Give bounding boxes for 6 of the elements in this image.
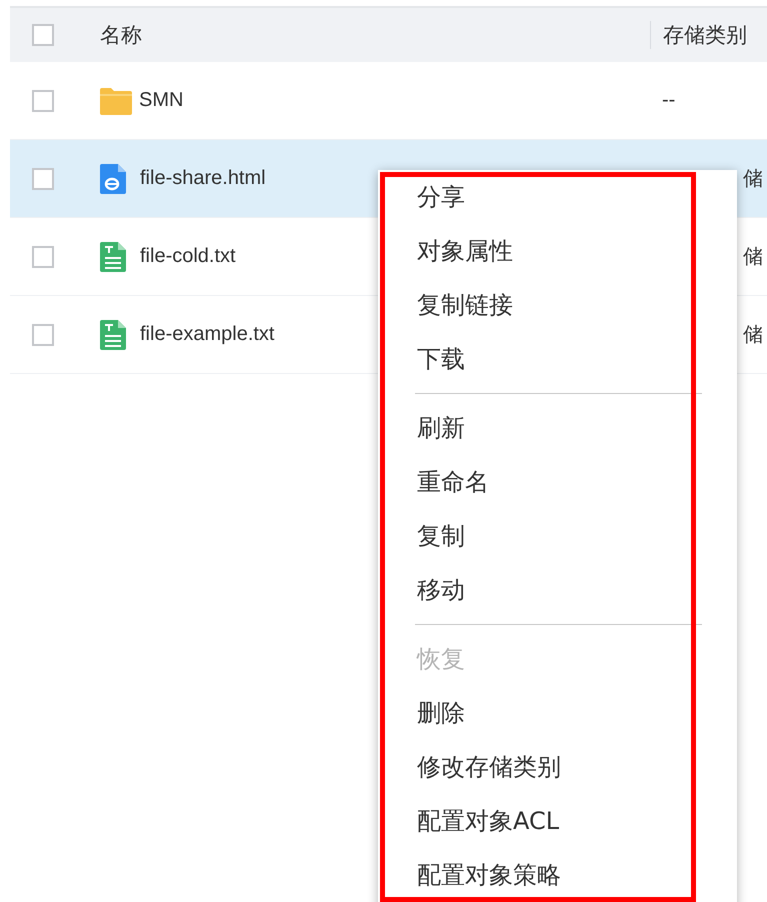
storage-class: 储 <box>743 168 763 190</box>
column-header: 名称 <box>100 22 142 49</box>
storage-class: 储 <box>743 246 763 268</box>
column-header: 存储类别 <box>663 23 747 47</box>
storage-class: -- <box>662 89 676 111</box>
storage-class: 储 <box>743 324 763 346</box>
